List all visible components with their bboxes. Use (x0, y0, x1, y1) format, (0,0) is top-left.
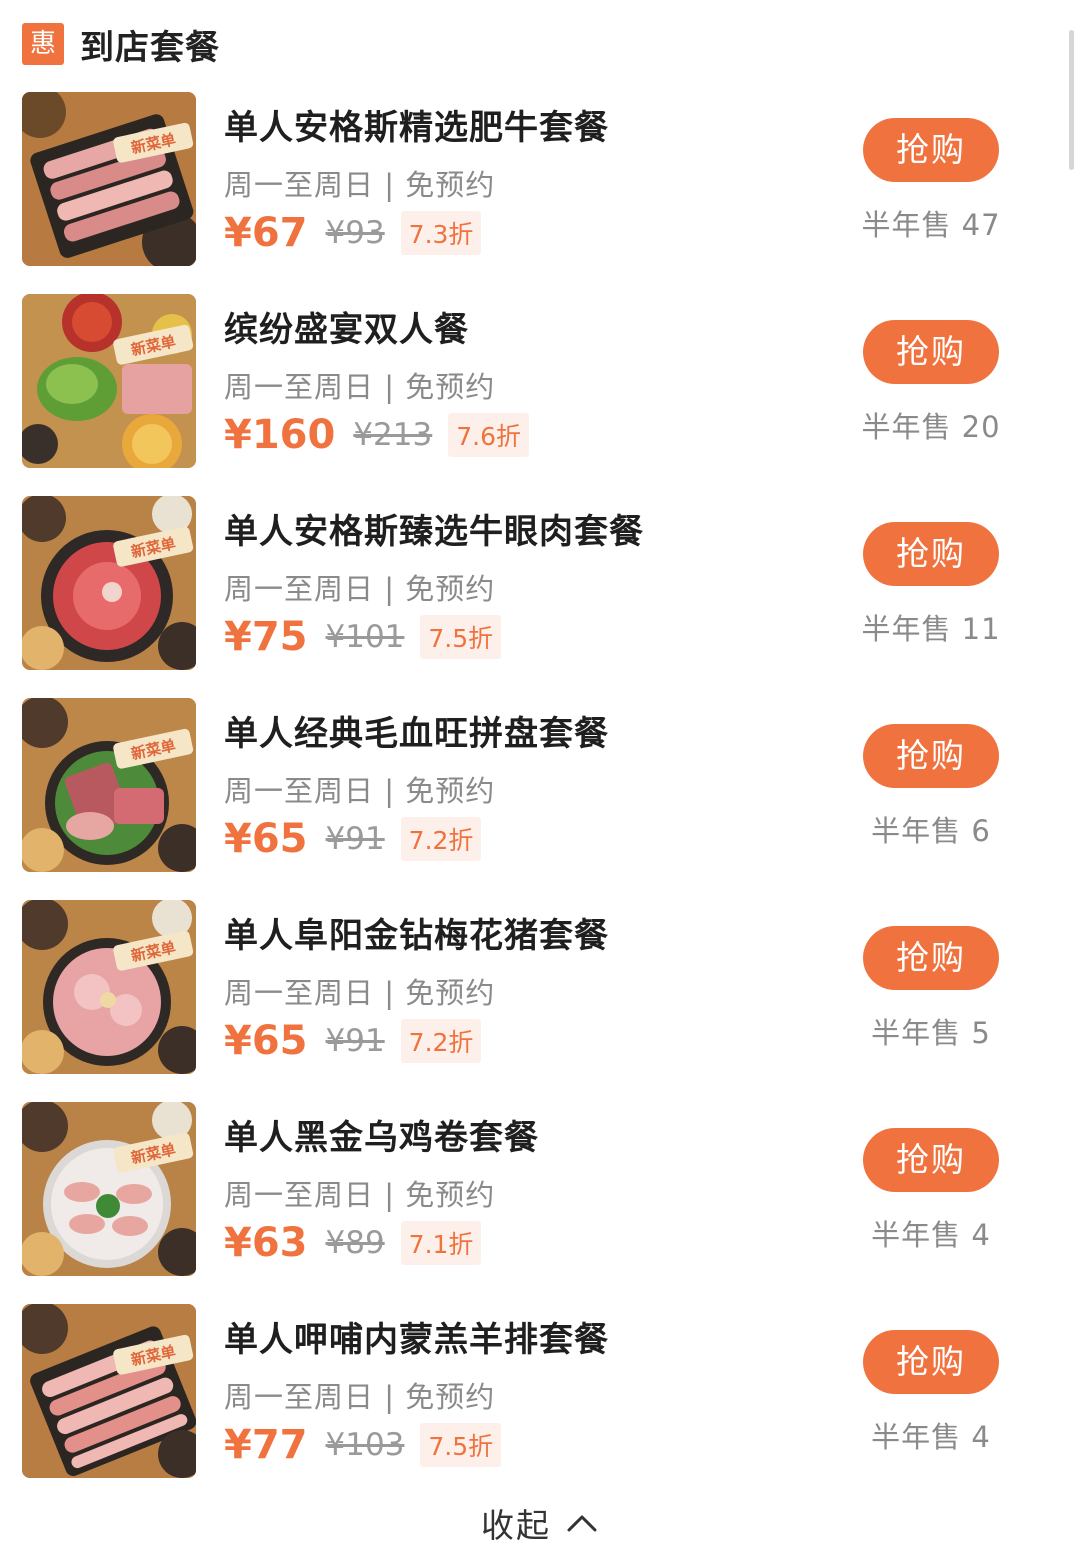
deal-item[interactable]: 新菜单 缤纷盛宴双人餐 周一至周日 | 免预约 ¥160 ¥213 7.6折 抢… (0, 294, 1080, 496)
deal-thumbnail[interactable]: 新菜单 (22, 496, 196, 670)
sold-count: 半年售 47 (861, 208, 1001, 242)
deal-item[interactable]: 新菜单 单人安格斯精选肥牛套餐 周一至周日 | 免预约 ¥67 ¥93 7.3折… (0, 92, 1080, 294)
thumbnail-image: 新菜单 (22, 496, 196, 670)
deal-title: 缤纷盛宴双人餐 (224, 310, 469, 350)
chevron-up-icon (567, 1515, 597, 1532)
sold-count: 半年售 6 (871, 814, 991, 848)
deal-thumbnail[interactable]: 新菜单 (22, 1102, 196, 1276)
deal-usage-info: 周一至周日 | 免预约 (224, 976, 496, 1010)
section-title: 到店套餐 (80, 27, 220, 68)
sold-count: 半年售 5 (871, 1016, 991, 1050)
thumbnail-image: 新菜单 (22, 1304, 196, 1478)
thumbnail-image: 新菜单 (22, 900, 196, 1074)
deal-title: 单人安格斯精选肥牛套餐 (224, 108, 609, 148)
discount-tag: 7.1折 (400, 1221, 482, 1265)
sold-count: 半年售 4 (871, 1420, 991, 1454)
current-price: ¥65 (224, 1018, 308, 1064)
deal-title: 单人黑金乌鸡卷套餐 (224, 1118, 539, 1158)
current-price: ¥160 (224, 412, 336, 458)
deal-item[interactable]: 新菜单 单人黑金乌鸡卷套餐 周一至周日 | 免预约 ¥63 ¥89 7.1折 抢… (0, 1102, 1080, 1304)
price-row: ¥77 ¥103 7.5折 (224, 1418, 502, 1472)
discount-tag: 7.2折 (400, 1019, 482, 1063)
thumbnail-image: 新菜单 (22, 92, 196, 266)
price-row: ¥63 ¥89 7.1折 (224, 1216, 482, 1270)
original-price: ¥213 (353, 417, 433, 453)
original-price: ¥91 (325, 1023, 385, 1059)
collapse-label: 收起 (481, 1506, 551, 1545)
thumbnail-image: 新菜单 (22, 1102, 196, 1276)
deal-usage-info: 周一至周日 | 免预约 (224, 1178, 496, 1212)
deal-title: 单人安格斯臻选牛眼肉套餐 (224, 512, 644, 552)
deal-title: 单人呷哺内蒙羔羊排套餐 (224, 1320, 609, 1360)
thumbnail-image: 新菜单 (22, 698, 196, 872)
discount-tag: 7.5折 (420, 1423, 502, 1467)
original-price: ¥101 (325, 619, 405, 655)
deal-thumbnail[interactable]: 新菜单 (22, 92, 196, 266)
deal-usage-info: 周一至周日 | 免预约 (224, 774, 496, 808)
deal-usage-info: 周一至周日 | 免预约 (224, 1380, 496, 1414)
price-row: ¥75 ¥101 7.5折 (224, 610, 502, 664)
original-price: ¥91 (325, 821, 385, 857)
buy-button[interactable]: 抢购 (863, 1330, 999, 1394)
sold-count: 半年售 20 (861, 410, 1001, 444)
current-price: ¥67 (224, 210, 308, 256)
deal-title: 单人阜阳金钻梅花猪套餐 (224, 916, 609, 956)
price-row: ¥65 ¥91 7.2折 (224, 1014, 482, 1068)
current-price: ¥75 (224, 614, 308, 660)
discount-tag: 7.2折 (400, 817, 482, 861)
deal-thumbnail[interactable]: 新菜单 (22, 900, 196, 1074)
discount-tag: 7.5折 (420, 615, 502, 659)
deal-list: 新菜单 单人安格斯精选肥牛套餐 周一至周日 | 免预约 ¥67 ¥93 7.3折… (0, 92, 1080, 1506)
original-price: ¥89 (325, 1225, 385, 1261)
sold-count: 半年售 11 (861, 612, 1001, 646)
deal-item[interactable]: 新菜单 单人阜阳金钻梅花猪套餐 周一至周日 | 免预约 ¥65 ¥91 7.2折… (0, 900, 1080, 1102)
original-price: ¥103 (325, 1427, 405, 1463)
section-header: 惠 到店套餐 (22, 22, 220, 68)
thumbnail-image: 新菜单 (22, 294, 196, 468)
original-price: ¥93 (325, 215, 385, 251)
deal-item[interactable]: 新菜单 单人安格斯臻选牛眼肉套餐 周一至周日 | 免预约 ¥75 ¥101 7.… (0, 496, 1080, 698)
buy-button[interactable]: 抢购 (863, 118, 999, 182)
buy-button[interactable]: 抢购 (863, 926, 999, 990)
deal-item[interactable]: 新菜单 单人呷哺内蒙羔羊排套餐 周一至周日 | 免预约 ¥77 ¥103 7.5… (0, 1304, 1080, 1506)
current-price: ¥65 (224, 816, 308, 862)
deal-usage-info: 周一至周日 | 免预约 (224, 168, 496, 202)
buy-button[interactable]: 抢购 (863, 724, 999, 788)
buy-button[interactable]: 抢购 (863, 320, 999, 384)
deal-usage-info: 周一至周日 | 免预约 (224, 370, 496, 404)
current-price: ¥77 (224, 1422, 308, 1468)
current-price: ¥63 (224, 1220, 308, 1266)
discount-badge: 惠 (22, 23, 64, 65)
price-row: ¥65 ¥91 7.2折 (224, 812, 482, 866)
buy-button[interactable]: 抢购 (863, 1128, 999, 1192)
discount-tag: 7.6折 (448, 413, 529, 457)
deal-thumbnail[interactable]: 新菜单 (22, 294, 196, 468)
deal-title: 单人经典毛血旺拼盘套餐 (224, 714, 609, 754)
collapse-button[interactable]: 收起 (0, 1498, 1080, 1548)
deal-usage-info: 周一至周日 | 免预约 (224, 572, 496, 606)
sold-count: 半年售 4 (871, 1218, 991, 1252)
deal-thumbnail[interactable]: 新菜单 (22, 698, 196, 872)
deal-item[interactable]: 新菜单 单人经典毛血旺拼盘套餐 周一至周日 | 免预约 ¥65 ¥91 7.2折… (0, 698, 1080, 900)
buy-button[interactable]: 抢购 (863, 522, 999, 586)
price-row: ¥67 ¥93 7.3折 (224, 206, 482, 260)
discount-tag: 7.3折 (400, 211, 482, 255)
price-row: ¥160 ¥213 7.6折 (224, 408, 529, 462)
deal-thumbnail[interactable]: 新菜单 (22, 1304, 196, 1478)
